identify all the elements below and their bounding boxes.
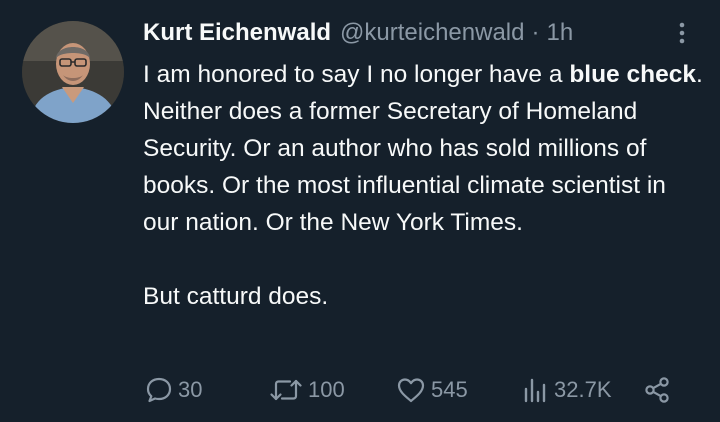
more-vertical-icon <box>679 22 685 44</box>
reply-bubble-icon <box>146 377 172 403</box>
view-count: 32.7K <box>554 377 612 402</box>
heart-icon <box>397 378 425 403</box>
tweet-text-bold: blue check <box>569 61 696 88</box>
share-icon <box>645 377 669 403</box>
reply-button[interactable]: 30 <box>144 370 202 410</box>
tweet-closing-line: But catturd does. <box>143 283 329 310</box>
retweet-icon <box>270 379 302 401</box>
tweet-header: Kurt Eichenwald @kurteichenwald · 1h <box>143 17 573 49</box>
author-display-name[interactable]: Kurt Eichenwald <box>143 17 331 49</box>
more-options-button[interactable] <box>672 20 692 46</box>
share-button[interactable] <box>642 370 676 410</box>
tweet-actions: 30 100 545 32.7K <box>0 370 720 410</box>
retweet-button[interactable]: 100 <box>268 370 345 410</box>
tweet: Kurt Eichenwald @kurteichenwald · 1h I a… <box>0 0 720 422</box>
header-separator: · <box>531 19 540 46</box>
like-button[interactable]: 545 <box>395 370 468 410</box>
like-count: 545 <box>431 377 468 402</box>
views-button[interactable]: 32.7K <box>520 370 612 410</box>
avatar[interactable] <box>22 21 124 123</box>
retweet-count: 100 <box>308 377 345 402</box>
reply-count: 30 <box>178 377 203 402</box>
tweet-timestamp[interactable]: 1h <box>546 17 573 49</box>
tweet-paragraph: I am honored to say I no longer have a b… <box>143 56 703 241</box>
author-handle[interactable]: @kurteichenwald <box>340 17 524 49</box>
tweet-text-start: I am honored to say I no longer have a <box>143 61 570 88</box>
tweet-text: I am honored to say I no longer have a b… <box>143 56 703 315</box>
views-chart-icon <box>524 378 546 403</box>
